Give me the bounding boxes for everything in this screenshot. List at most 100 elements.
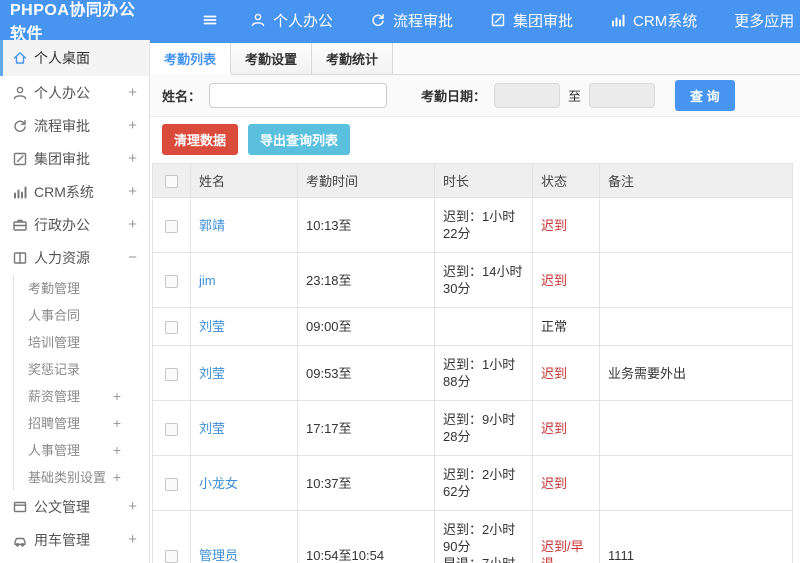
sidebar-subitem-label: 奖惩记录 xyxy=(28,362,81,377)
employee-name-link[interactable]: 刘莹 xyxy=(199,421,225,436)
nav-crm-system[interactable]: CRM系统 xyxy=(610,10,697,31)
sidebar-item-personnel-contract[interactable]: 人事合同 xyxy=(14,301,149,328)
name-filter-label: 姓名： xyxy=(162,89,202,104)
chart-icon xyxy=(610,12,626,28)
sidebar-item-recruitment-management[interactable]: 招聘管理 + xyxy=(14,409,149,436)
expand-plus-icon[interactable]: + xyxy=(113,470,121,484)
filter-bar: 姓名： 考勤日期： 至 查 询 xyxy=(150,75,800,117)
expand-plus-icon[interactable]: + xyxy=(113,416,121,430)
expand-plus-icon[interactable]: + xyxy=(128,217,137,232)
col-header-status: 状态 xyxy=(532,163,600,198)
sidebar-item-personnel-management[interactable]: 人事管理 + xyxy=(14,436,149,463)
sidebar: 个人桌面 个人办公 + 流程审批 + 集团审批 + CRM系统 + 行政办公 + 人力资源 − 考勤管理人… xyxy=(0,40,150,563)
tab-attendance-list[interactable]: 考勤列表 xyxy=(150,43,231,74)
expand-plus-icon[interactable]: + xyxy=(128,151,137,166)
nav-item-label: 个人办公 xyxy=(273,12,334,30)
table-row: 刘莹 09:53至 迟到：1小时88分 迟到 业务需要外出 xyxy=(152,345,793,401)
duration-cell xyxy=(434,307,533,346)
app-logo: PHPOA协同办公软件 xyxy=(0,0,150,44)
sidebar-item-vehicle-management[interactable]: 用车管理 + xyxy=(0,523,149,556)
nav-group-approval[interactable]: 集团审批 xyxy=(490,10,573,31)
table-row: 郭靖 10:13至 迟到：1小时22分 迟到 xyxy=(152,197,793,253)
note-cell xyxy=(599,197,793,253)
sidebar-item-personal-desktop[interactable]: 个人桌面 xyxy=(0,40,149,76)
select-all-checkbox[interactable] xyxy=(165,175,178,189)
sidebar-item-salary-management[interactable]: 薪资管理 + xyxy=(14,382,149,409)
sidebar-subitem-label: 培训管理 xyxy=(28,335,81,350)
expand-plus-icon[interactable]: + xyxy=(128,118,137,133)
nav-personal-office[interactable]: 个人办公 xyxy=(250,10,333,31)
edit-icon xyxy=(12,151,28,167)
employee-name-link[interactable]: 刘莹 xyxy=(199,319,225,334)
attendance-time-cell: 23:18至 xyxy=(297,252,435,308)
sidebar-item-human-resources[interactable]: 人力资源 − xyxy=(0,241,149,274)
duration-cell: 迟到：1小时88分 xyxy=(434,345,533,401)
app-title: PHPOA协同办公软件 xyxy=(10,2,136,43)
row-checkbox[interactable] xyxy=(165,477,178,491)
name-filter-input[interactable] xyxy=(209,83,388,108)
sidebar-item-training-management[interactable]: 培训管理 xyxy=(14,328,149,355)
duration-cell: 迟到：2小时90分早退：7小时10分 xyxy=(434,510,533,563)
sidebar-subitem-label: 基础类别设置 xyxy=(28,470,107,485)
row-checkbox[interactable] xyxy=(165,219,178,233)
employee-name-link[interactable]: 管理员 xyxy=(199,548,238,563)
note-cell: 业务需要外出 xyxy=(599,345,793,401)
col-header-name: 姓名 xyxy=(190,163,298,198)
attendance-table-body: 郭靖 10:13至 迟到：1小时22分 迟到 jim 23:18至 迟到：14小时30分 迟到… xyxy=(152,197,793,563)
sidebar-item-workflow-approval[interactable]: 流程审批 + xyxy=(0,109,149,142)
clean-data-button[interactable]: 清理数据 xyxy=(162,124,239,155)
employee-name-link[interactable]: 刘莹 xyxy=(199,366,225,381)
tab-attendance-settings[interactable]: 考勤设置 xyxy=(231,43,312,74)
sidebar-item-personal-office[interactable]: 个人办公 + xyxy=(0,76,149,109)
expand-plus-icon[interactable]: + xyxy=(113,389,121,403)
chart-icon xyxy=(12,184,28,200)
name-cell: jim xyxy=(190,252,298,308)
sidebar-item-label: 集团审批 xyxy=(34,150,90,167)
expand-plus-icon[interactable]: + xyxy=(128,85,137,100)
row-checkbox[interactable] xyxy=(165,549,178,563)
duration-line: 迟到：1小时22分 xyxy=(443,209,516,241)
name-cell: 郭靖 xyxy=(190,197,298,253)
expand-plus-icon[interactable]: + xyxy=(128,499,137,514)
topbar: PHPOA协同办公软件 个人办公 流程审批 集团审批 CRM系统 更多应用 xyxy=(0,0,800,43)
row-checkbox[interactable] xyxy=(165,422,178,436)
date-from-input[interactable] xyxy=(494,83,561,108)
export-list-button[interactable]: 导出查询列表 xyxy=(248,124,351,155)
sidebar-item-document-management[interactable]: 公文管理 + xyxy=(0,490,149,523)
search-button[interactable]: 查 询 xyxy=(675,80,735,111)
document-icon xyxy=(12,499,28,515)
tab-attendance-stats[interactable]: 考勤统计 xyxy=(312,43,393,74)
sidebar-item-admin-office[interactable]: 行政办公 + xyxy=(0,208,149,241)
name-cell: 刘莹 xyxy=(190,307,298,346)
employee-name-link[interactable]: jim xyxy=(199,273,216,288)
duration-line: 迟到：2小时90分 xyxy=(443,522,516,554)
expand-plus-icon[interactable]: + xyxy=(113,443,121,457)
nav-workflow-approval[interactable]: 流程审批 xyxy=(370,10,453,31)
col-header-time: 考勤时间 xyxy=(297,163,435,198)
row-checkbox[interactable] xyxy=(165,321,178,335)
employee-name-link[interactable]: 小龙女 xyxy=(199,476,238,491)
sidebar-item-crm-system[interactable]: CRM系统 + xyxy=(0,175,149,208)
sidebar-item-attendance-management[interactable]: 考勤管理 xyxy=(14,274,149,301)
row-checkbox[interactable] xyxy=(165,274,178,288)
attendance-time-cell: 10:13至 xyxy=(297,197,435,253)
date-to-input[interactable] xyxy=(589,83,656,108)
sidebar-item-base-category-settings[interactable]: 基础类别设置 + xyxy=(14,463,149,490)
row-checkbox[interactable] xyxy=(165,367,178,381)
name-cell: 刘莹 xyxy=(190,400,298,456)
status-cell: 迟到 xyxy=(532,345,600,401)
expand-plus-icon[interactable]: + xyxy=(128,532,137,547)
status-cell: 迟到 xyxy=(532,400,600,456)
attendance-time-cell: 09:53至 xyxy=(297,345,435,401)
sidebar-subitem-label: 人事管理 xyxy=(28,443,81,458)
sidebar-item-group-approval[interactable]: 集团审批 + xyxy=(0,142,149,175)
status-cell: 迟到/早退 xyxy=(532,510,600,563)
employee-name-link[interactable]: 郭靖 xyxy=(199,218,225,233)
collapse-minus-icon[interactable]: − xyxy=(128,250,137,265)
sidebar-item-reward-punishment[interactable]: 奖惩记录 xyxy=(14,355,149,382)
content-area: 考勤列表 考勤设置 考勤统计 姓名： 考勤日期： 至 查 询 清理数据 导出查询… xyxy=(150,40,800,563)
briefcase-icon xyxy=(12,217,28,233)
nav-more-apps[interactable]: 更多应用 xyxy=(734,10,800,31)
expand-plus-icon[interactable]: + xyxy=(128,184,137,199)
menu-icon[interactable] xyxy=(202,12,218,28)
